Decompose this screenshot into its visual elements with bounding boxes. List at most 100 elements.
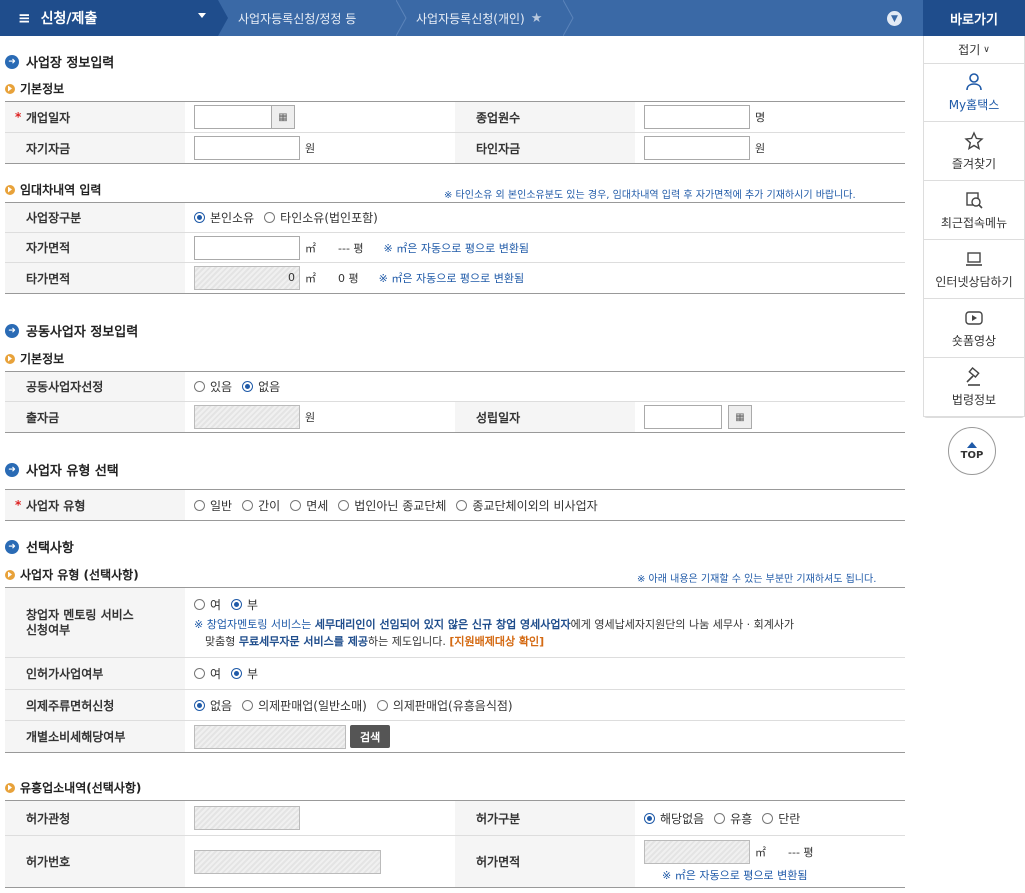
options-note: ※ 아래 내용은 기재할 수 있는 부분만 기재하셔도 됩니다. xyxy=(637,574,877,585)
employees-label: 종업원수 xyxy=(455,102,635,132)
permit-area-label: 허가면적 xyxy=(455,836,635,887)
calendar-icon[interactable]: ▦ xyxy=(728,405,752,429)
section-title-site-info: ➜ 사업장 정보입력 xyxy=(5,52,114,71)
investment-input xyxy=(194,405,300,429)
permit-kind-karaoke-radio[interactable]: 단란 xyxy=(762,810,800,827)
chevron-down-icon xyxy=(198,13,206,18)
permit-number-input xyxy=(194,849,381,874)
other-area-pyeong: 0 평 xyxy=(338,272,359,285)
entertainment-table: 허가관청 허가구분 해당없음 유흥 단란 허가번호 허가면적 ㎡ --- 평 ※… xyxy=(5,800,905,888)
subsection-title-basic: 기본정보 xyxy=(5,80,64,97)
arrow-right-icon: ➜ xyxy=(5,323,19,338)
calendar-icon[interactable]: ▦ xyxy=(271,105,295,129)
business-type-simple-radio[interactable]: 간이 xyxy=(242,497,280,514)
quick-recent-menu[interactable]: 최근접속메뉴 xyxy=(923,181,1025,240)
liquor-retail-radio[interactable]: 의제판매업(일반소매) xyxy=(242,697,367,714)
section-title-options: ➜ 선택사항 xyxy=(5,537,74,556)
other-fund-label: 타인자금 xyxy=(455,133,635,163)
hamburger-icon: ≡ xyxy=(18,9,31,27)
breadcrumb-level1[interactable]: 사업자등록신청/정정 등 xyxy=(238,0,356,36)
quick-short-video[interactable]: 숏폼영상 xyxy=(923,299,1025,358)
own-fund-input[interactable] xyxy=(194,136,300,160)
quick-menu-title: 바로가기 xyxy=(923,0,1025,36)
bullet-icon xyxy=(5,353,15,364)
investment-label: 출자금 xyxy=(5,402,185,432)
own-area-label: 자가면적 xyxy=(5,233,185,262)
breadcrumb-level2[interactable]: 사업자등록신청(개인) ★ xyxy=(416,0,542,36)
business-type-nonbusiness-radio[interactable]: 종교단체이외의 비사업자 xyxy=(456,497,598,514)
breadcrumb-separator-icon xyxy=(563,0,574,36)
person-icon xyxy=(966,73,982,91)
license-no-radio[interactable]: 부 xyxy=(231,665,258,682)
permit-kind-none-radio[interactable]: 해당없음 xyxy=(644,810,704,827)
joint-no-radio[interactable]: 없음 xyxy=(242,378,280,395)
founding-date-label: 성립일자 xyxy=(455,402,635,432)
arrow-right-icon: ➜ xyxy=(5,462,19,477)
scroll-top-button[interactable]: TOP xyxy=(948,427,996,475)
business-type-label: 사업자 유형 xyxy=(5,490,185,520)
mentoring-yes-radio[interactable]: 여 xyxy=(194,596,221,613)
founding-date-input[interactable] xyxy=(644,405,722,429)
mentoring-no-radio[interactable]: 부 xyxy=(231,596,258,613)
site-type-label: 사업장구분 xyxy=(5,203,185,232)
quick-law-info[interactable]: 법령정보 xyxy=(923,358,1025,417)
support-exclusion-link[interactable]: [지원배제대상 확인] xyxy=(449,635,544,648)
excise-tax-input xyxy=(194,724,346,749)
arrow-up-icon xyxy=(967,441,977,448)
joint-yes-radio[interactable]: 있음 xyxy=(194,378,232,395)
permit-office-input xyxy=(194,806,300,830)
employees-input[interactable] xyxy=(644,105,750,129)
liquor-entertainment-radio[interactable]: 의제판매업(유흥음식점) xyxy=(376,697,513,714)
site-basic-table: 개업일자 ▦ 종업원수 명 자기자금 원 타인자금 원 xyxy=(5,101,905,164)
favorite-star-icon[interactable]: ★ xyxy=(531,11,543,26)
other-area-input: 0 xyxy=(194,266,300,290)
other-area-hint: ※ ㎡은 자동으로 평으로 변환됨 xyxy=(378,272,525,285)
breadcrumb-separator-icon xyxy=(396,0,407,36)
arrow-right-icon: ➜ xyxy=(5,539,19,554)
business-type-table: 사업자 유형 일반 간이 면세 법인아닌 종교단체 종교단체이외의 비사업자 xyxy=(5,489,905,521)
license-yes-radio[interactable]: 여 xyxy=(194,665,221,682)
liquor-none-radio[interactable]: 없음 xyxy=(194,697,232,714)
menu-label: 신청/제출 xyxy=(40,11,98,27)
top-navigation-bar: ≡ 신청/제출 사업자등록신청/정정 등 사업자등록신청(개인) ★ ▼ xyxy=(0,0,923,36)
bullet-icon xyxy=(5,83,15,94)
search-button[interactable]: 검색 xyxy=(350,725,391,748)
quick-favorites[interactable]: 즐겨찾기 xyxy=(923,122,1025,181)
liquor-license-label: 의제주류면허신청 xyxy=(5,690,185,720)
business-type-general-radio[interactable]: 일반 xyxy=(194,497,232,514)
permit-area-pyeong: --- 평 xyxy=(788,846,814,859)
fold-button[interactable]: 접기 ∨ xyxy=(923,36,1025,63)
quick-my-hometax[interactable]: My홈택스 xyxy=(923,63,1025,122)
bullet-icon xyxy=(5,569,15,580)
video-play-icon xyxy=(965,310,983,325)
permit-number-label: 허가번호 xyxy=(5,836,185,887)
business-type-religious-radio[interactable]: 법인아닌 종교단체 xyxy=(338,497,446,514)
bullet-icon xyxy=(5,184,15,195)
options-table: 창업자 멘토링 서비스 신청여부 여 부 ※ 창업자멘토링 서비스는 세무대리인이… xyxy=(5,587,905,753)
own-area-input[interactable] xyxy=(194,235,300,260)
subsection-title-joint-basic: 기본정보 xyxy=(5,350,64,367)
lease-note: ※ 타인소유 외 본인소유분도 있는 경우, 임대차내역 입력 후 자가면적에 … xyxy=(444,190,856,201)
menu-dropdown[interactable]: ≡ 신청/제출 xyxy=(0,0,218,36)
own-area-hint: ※ ㎡은 자동으로 평으로 변환됨 xyxy=(383,241,530,255)
permit-kind-entertain-radio[interactable]: 유흥 xyxy=(714,810,752,827)
arrow-right-icon: ➜ xyxy=(5,54,19,69)
expand-toggle-icon[interactable]: ▼ xyxy=(887,11,902,26)
permit-office-label: 허가관청 xyxy=(5,801,185,835)
breadcrumb-separator-icon xyxy=(218,0,228,36)
other-area-label: 타가면적 xyxy=(5,263,185,293)
quick-online-consult[interactable]: 인터넷상담하기 xyxy=(923,240,1025,299)
open-date-input[interactable] xyxy=(194,105,272,129)
business-type-exempt-radio[interactable]: 면세 xyxy=(290,497,328,514)
section-title-joint-business: ➜ 공동사업자 정보입력 xyxy=(5,321,138,340)
lease-table: 사업장구분 본인소유 타인소유(법인포함) 자가면적 ㎡ --- 평 ※ ㎡은 … xyxy=(5,202,905,294)
joint-business-table: 공동사업자선정 있음 없음 출자금 원 성립일자 ▦ xyxy=(5,371,905,433)
own-area-pyeong: --- 평 xyxy=(338,241,364,255)
site-type-own-radio[interactable]: 본인소유 xyxy=(194,209,254,226)
excise-tax-label: 개별소비세해당여부 xyxy=(5,721,185,752)
subsection-title-lease: 임대차내역 입력 xyxy=(5,181,101,198)
mentoring-label: 창업자 멘토링 서비스 신청여부 xyxy=(5,588,185,657)
site-type-other-radio[interactable]: 타인소유(법인포함) xyxy=(264,209,378,226)
other-fund-input[interactable] xyxy=(644,136,750,160)
laptop-icon xyxy=(966,251,982,266)
